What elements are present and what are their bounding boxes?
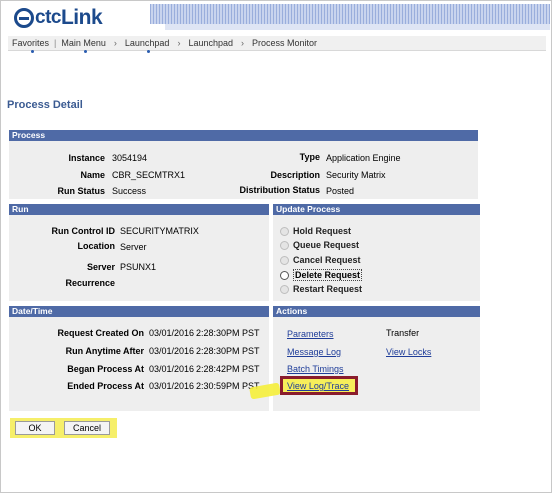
actions-section-header: Actions — [273, 306, 480, 317]
run-anytime-after-time: 2:28:30PM PST — [196, 346, 260, 356]
datetime-section-header: Date/Time — [9, 306, 269, 317]
instance-label: Instance — [68, 153, 105, 163]
cancel-button[interactable]: Cancel — [64, 421, 110, 435]
began-process-time: 2:28:42PM PST — [196, 364, 260, 374]
batch-timings-link[interactable]: Batch Timings — [287, 364, 344, 374]
recurrence-label: Recurrence — [65, 278, 115, 288]
description-label: Description — [270, 170, 320, 180]
name-value: CBR_SECMTRX1 — [112, 170, 186, 180]
chevron-right-icon: › — [113, 38, 117, 48]
run-control-id-label: Run Control ID — [51, 226, 116, 236]
header-banner-accent — [165, 24, 550, 30]
chevron-right-icon: › — [240, 38, 244, 48]
header-banner — [150, 4, 550, 24]
page-title: Process Detail — [7, 99, 83, 111]
transfer-label: Transfer — [386, 328, 420, 338]
nav-favorites[interactable]: Favorites — [8, 38, 53, 53]
request-created-label: Request Created On — [57, 328, 144, 338]
view-log-trace-link[interactable]: View Log/Trace — [287, 381, 349, 391]
distribution-status-label: Distribution Status — [239, 185, 321, 195]
ctclink-logo-icon — [14, 8, 34, 28]
server-label: Server — [86, 262, 115, 272]
nav-main-menu[interactable]: Main Menu — [57, 38, 110, 53]
distribution-status-value: Posted — [326, 186, 355, 196]
run-control-id-value: SECURITYMATRIX — [120, 226, 199, 236]
nav-launchpad-1[interactable]: Launchpad — [121, 38, 174, 53]
process-section-header: Process — [9, 130, 478, 141]
request-created-date: 03/01/2016 — [149, 328, 195, 338]
hold-request-radio: Hold Request — [280, 226, 351, 236]
began-process-label: Began Process At — [67, 364, 144, 374]
ended-process-date: 03/01/2016 — [149, 381, 195, 391]
instance-value: 3054194 — [112, 153, 148, 163]
radio-icon[interactable] — [280, 270, 289, 280]
run-section-header: Run — [9, 204, 269, 215]
location-value: Server — [120, 242, 147, 252]
chevron-right-icon: › — [177, 38, 181, 48]
logo-prefix: ctc — [35, 7, 61, 28]
parameters-link[interactable]: Parameters — [287, 329, 334, 339]
cancel-request-radio: Cancel Request — [280, 255, 361, 265]
ok-button[interactable]: OK — [15, 421, 55, 435]
restart-request-radio: Restart Request — [280, 284, 362, 294]
radio-icon — [280, 255, 289, 265]
update-process-section-header: Update Process — [273, 204, 480, 215]
run-anytime-after-date: 03/01/2016 — [149, 346, 195, 356]
run-anytime-after-label: Run Anytime After — [65, 346, 144, 356]
ctclink-logo[interactable]: ctc Link — [14, 5, 103, 31]
radio-icon — [280, 240, 289, 250]
dropdown-indicator-icon — [83, 50, 87, 53]
queue-request-radio: Queue Request — [280, 240, 359, 250]
logo-suffix: Link — [60, 6, 103, 29]
name-label: Name — [80, 170, 105, 180]
run-status-value: Success — [112, 186, 147, 196]
radio-icon — [280, 226, 289, 236]
dropdown-indicator-icon — [30, 50, 34, 53]
nav-process-monitor[interactable]: Process Monitor — [248, 38, 321, 48]
location-label: Location — [77, 241, 116, 251]
delete-request-radio[interactable]: Delete Request — [280, 269, 363, 281]
server-value: PSUNX1 — [120, 262, 157, 272]
radio-icon — [280, 284, 289, 294]
view-locks-link[interactable]: View Locks — [386, 347, 431, 357]
type-value: Application Engine — [326, 153, 401, 163]
began-process-date: 03/01/2016 — [149, 364, 195, 374]
nav-launchpad-2[interactable]: Launchpad — [184, 38, 237, 48]
run-status-label: Run Status — [57, 186, 105, 196]
request-created-time: 2:28:30PM PST — [196, 328, 260, 338]
ended-process-label: Ended Process At — [67, 381, 144, 391]
type-label: Type — [299, 152, 320, 162]
message-log-link[interactable]: Message Log — [287, 347, 341, 357]
breadcrumb-nav: Favorites | Main Menu › Launchpad › Laun… — [8, 36, 546, 53]
description-value: Security Matrix — [326, 170, 386, 180]
